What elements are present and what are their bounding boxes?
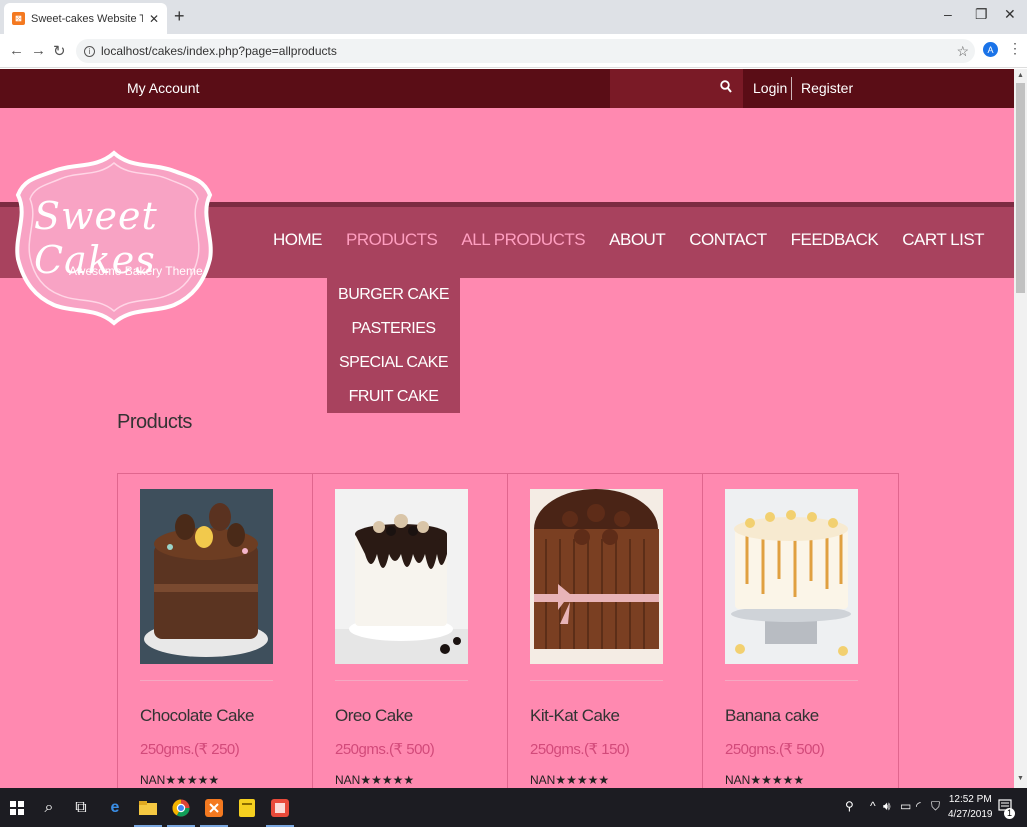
product-price: 250gms.(₹ 250)	[140, 741, 240, 758]
site-info-icon[interactable]: i	[84, 45, 95, 57]
browser-tabbar: ⊠ Sweet-cakes Website Template | ✕ + – ❐…	[0, 0, 1027, 34]
logo-tagline: Awesome Bakery Theme	[69, 264, 203, 278]
security-shield-icon[interactable]: ⛉	[931, 799, 940, 814]
window-close-icon[interactable]: ✕	[1004, 6, 1016, 23]
chrome-icon[interactable]	[165, 788, 197, 827]
sticky-notes-icon[interactable]	[231, 788, 263, 827]
people-icon[interactable]: ⚲	[845, 799, 854, 813]
nav-about[interactable]: ABOUT	[609, 230, 666, 250]
back-icon[interactable]: ←	[9, 42, 24, 59]
product-name[interactable]: Kit-Kat Cake	[530, 706, 620, 726]
scroll-down-icon[interactable]: ▼	[1017, 775, 1024, 782]
browser-tab[interactable]: ⊠ Sweet-cakes Website Template | ✕	[4, 3, 167, 34]
search-icon[interactable]	[720, 80, 732, 96]
product-rating: NAN★★★★★	[335, 773, 415, 787]
browser-menu-icon[interactable]: ⋮	[1008, 40, 1022, 57]
card-divider	[530, 680, 663, 681]
task-view-icon[interactable]: ⧉	[65, 788, 97, 827]
maximize-icon[interactable]: ❐	[975, 6, 988, 23]
site-logo[interactable]: Sweet Cakes Awesome Bakery Theme	[14, 149, 214, 327]
nav-contact[interactable]: CONTACT	[689, 230, 767, 250]
products-dropdown: BURGER CAKE PASTERIES SPECIAL CAKE FRUIT…	[327, 278, 460, 413]
forward-icon[interactable]: →	[31, 42, 46, 59]
top-bar: My Account Login Register	[0, 69, 1014, 108]
product-card[interactable]: Chocolate Cake 250gms.(₹ 250) NAN★★★★★	[118, 474, 313, 788]
page-scrollbar[interactable]: ▲ ▼	[1014, 69, 1027, 788]
windows-taskbar: ⌕ ⧉ e ⚲ ^ 🔊︎ ▭ ◜ ⛉ 12:52 PM 4/27/2019 1	[0, 788, 1027, 827]
kitkat-cake-image[interactable]	[530, 489, 663, 664]
nav-home[interactable]: HOME	[273, 230, 323, 250]
new-tab-icon[interactable]: +	[174, 6, 185, 27]
dropdown-special-cake[interactable]: SPECIAL CAKE	[327, 346, 460, 380]
minimize-icon[interactable]: –	[944, 6, 952, 22]
page-viewport: My Account Login Register Sweet Cakes Aw…	[0, 69, 1014, 788]
main-nav: HOME PRODUCTS ALL PRODUCTS ABOUT CONTACT…	[273, 230, 1008, 250]
banana-cake-image[interactable]	[725, 489, 858, 664]
product-rating: NAN★★★★★	[140, 773, 220, 787]
dropdown-fruit-cake[interactable]: FRUIT CAKE	[327, 380, 460, 414]
bookmark-star-icon[interactable]: ☆	[956, 43, 969, 60]
xampp-favicon-icon: ⊠	[12, 12, 25, 25]
file-explorer-icon[interactable]	[132, 788, 164, 827]
clock-time: 12:52 PM	[948, 794, 992, 805]
show-hidden-icons[interactable]: ^	[870, 799, 876, 813]
product-price: 250gms.(₹ 150)	[530, 741, 630, 758]
xampp-icon[interactable]	[198, 788, 230, 827]
product-name[interactable]: Oreo Cake	[335, 706, 413, 726]
reload-icon[interactable]: ↻	[53, 42, 66, 60]
card-divider	[140, 680, 273, 681]
edge-icon[interactable]: e	[99, 788, 131, 827]
product-card[interactable]: Banana cake 250gms.(₹ 500) NAN★★★★★	[703, 474, 898, 788]
product-price: 250gms.(₹ 500)	[335, 741, 435, 758]
product-name[interactable]: Banana cake	[725, 706, 819, 726]
divider	[791, 77, 792, 100]
scrollbar-thumb[interactable]	[1016, 83, 1025, 293]
notification-badge: 1	[1004, 808, 1015, 819]
card-divider	[725, 680, 858, 681]
dropdown-burger-cake[interactable]: BURGER CAKE	[327, 278, 460, 312]
login-link[interactable]: Login	[753, 80, 787, 96]
close-tab-icon[interactable]: ✕	[149, 12, 159, 26]
scroll-up-icon[interactable]: ▲	[1017, 72, 1024, 79]
address-url: localhost/cakes/index.php?page=allproduc…	[101, 44, 337, 58]
nav-all-products[interactable]: ALL PRODUCTS	[461, 230, 585, 250]
wifi-icon[interactable]: ◜	[916, 799, 921, 813]
browser-toolbar: ← → ↻ i localhost/cakes/index.php?page=a…	[0, 34, 1027, 68]
oreo-cake-image[interactable]	[335, 489, 468, 664]
card-divider	[335, 680, 468, 681]
system-clock[interactable]: 12:52 PM 4/27/2019	[948, 792, 993, 822]
product-card[interactable]: Oreo Cake 250gms.(₹ 500) NAN★★★★★	[313, 474, 508, 788]
page-title: Products	[117, 411, 192, 433]
profile-avatar[interactable]: A	[983, 42, 998, 57]
product-grid: Chocolate Cake 250gms.(₹ 250) NAN★★★★★ O…	[117, 473, 899, 788]
tab-title: Sweet-cakes Website Template |	[31, 12, 143, 25]
nav-products[interactable]: PRODUCTS	[346, 230, 438, 250]
app-icon[interactable]	[264, 788, 296, 827]
product-card[interactable]: Kit-Kat Cake 250gms.(₹ 150) NAN★★★★★	[508, 474, 703, 788]
battery-icon[interactable]: ▭	[900, 799, 911, 813]
search-taskbar-icon[interactable]: ⌕	[33, 788, 65, 827]
nav-cart-list[interactable]: CART LIST	[902, 230, 984, 250]
my-account-link[interactable]: My Account	[127, 80, 199, 96]
product-rating: NAN★★★★★	[530, 773, 610, 787]
address-bar[interactable]: i localhost/cakes/index.php?page=allprod…	[76, 39, 975, 63]
windows-start-icon[interactable]	[1, 788, 33, 827]
clock-date: 4/27/2019	[948, 809, 993, 820]
register-link[interactable]: Register	[801, 80, 853, 96]
chocolate-cake-image[interactable]	[140, 489, 273, 664]
dropdown-pasteries[interactable]: PASTERIES	[327, 312, 460, 346]
nav-feedback[interactable]: FEEDBACK	[791, 230, 879, 250]
product-name[interactable]: Chocolate Cake	[140, 706, 254, 726]
product-rating: NAN★★★★★	[725, 773, 805, 787]
volume-icon[interactable]: 🔊︎	[883, 799, 891, 814]
product-price: 250gms.(₹ 500)	[725, 741, 825, 758]
